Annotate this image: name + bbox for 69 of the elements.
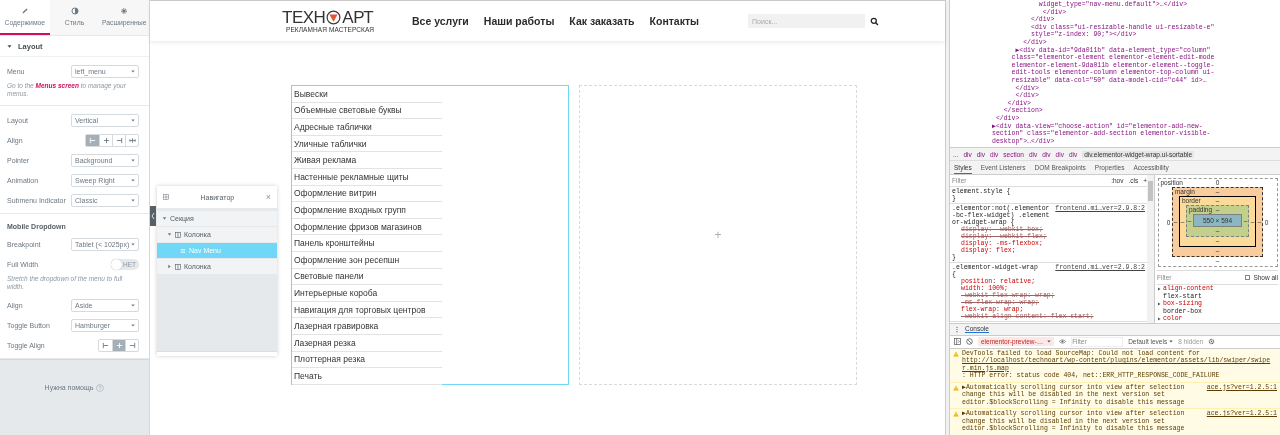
column-icon — [175, 263, 181, 270]
align-option-button[interactable] — [125, 134, 138, 146]
menu-item[interactable]: Оформление зон ресепшн — [292, 251, 442, 269]
collapse-handle[interactable] — [150, 206, 156, 226]
menu-item[interactable]: Настенные рекламные щиты — [292, 168, 442, 186]
menu-item[interactable]: Вывески — [292, 86, 442, 103]
menu-item[interactable]: Оформление фризов магазинов — [292, 218, 442, 236]
caret-icon — [131, 323, 135, 327]
menu-item[interactable]: Лазерная резка — [292, 334, 442, 352]
menu-item[interactable]: Лазерная гравировка — [292, 318, 442, 335]
menu-item[interactable]: Навигация для торговых центров — [292, 301, 442, 319]
caret-icon — [1047, 340, 1052, 343]
column-frame[interactable] — [291, 85, 569, 385]
nav-link[interactable]: Как заказать — [569, 15, 635, 27]
pencil-icon — [20, 7, 29, 15]
menu-item[interactable]: Плоттерная резка — [292, 351, 442, 369]
question-icon — [96, 383, 105, 392]
nav-link[interactable]: Наши работы — [483, 15, 555, 27]
expand-icon[interactable] — [1157, 286, 1161, 291]
column-icon — [175, 231, 181, 238]
align-center-icon — [102, 136, 110, 144]
search-icon — [869, 16, 879, 26]
caret-icon — [131, 178, 135, 182]
menu-item[interactable]: Печать — [292, 368, 442, 385]
align-option-button[interactable] — [125, 339, 138, 351]
align-right-icon — [128, 341, 136, 349]
menu-item[interactable]: Интерьерные короба — [292, 285, 442, 302]
sidebar-toggle-icon[interactable] — [954, 338, 961, 345]
menu-item[interactable]: Оформление витрин — [292, 185, 442, 203]
checkbox[interactable] — [1245, 275, 1251, 280]
nav-link[interactable]: Все услуги — [412, 15, 469, 27]
logo-text: АРТ — [342, 9, 374, 26]
menu-item[interactable]: Объемные световые буквы — [292, 102, 442, 120]
menu-icon — [180, 247, 186, 254]
align-option-button[interactable] — [99, 134, 112, 146]
caret-icon — [131, 69, 135, 73]
expand-icon[interactable] — [1157, 316, 1161, 321]
align-left-icon — [89, 136, 96, 144]
caret-icon — [131, 198, 135, 202]
grid-icon — [163, 194, 169, 200]
align-option-button[interactable] — [86, 134, 99, 146]
gear-icon[interactable] — [1208, 338, 1216, 345]
eye-icon[interactable] — [1059, 338, 1067, 345]
caret-icon — [131, 158, 135, 162]
align-center-icon — [115, 341, 123, 349]
align-option-button[interactable] — [112, 134, 125, 146]
align-left-icon — [102, 341, 109, 349]
caret-icon — [131, 242, 135, 246]
resize-grip[interactable] — [157, 351, 277, 356]
triangle-logo-icon — [326, 10, 342, 25]
contrast-icon — [70, 7, 79, 15]
menu-item[interactable]: Оформление входных групп — [292, 202, 442, 219]
caret-icon — [1169, 340, 1174, 343]
gear-icon — [120, 7, 129, 15]
caret-icon — [131, 118, 135, 122]
stretch-icon — [128, 136, 136, 144]
menu-item[interactable]: Живая реклама — [292, 152, 442, 169]
menu-item[interactable]: Световые панели — [292, 268, 442, 286]
block-icon[interactable] — [966, 338, 973, 345]
menu-item[interactable]: Панель кронштейны — [292, 235, 442, 252]
scrollbar[interactable] — [1147, 175, 1154, 323]
logo-text: ТЕХН — [282, 9, 326, 26]
menu-item[interactable]: Уличные таблички — [292, 135, 442, 153]
menu-item[interactable]: Адресные таблички — [292, 119, 442, 136]
expand-icon[interactable] — [1157, 301, 1161, 306]
caret-icon — [131, 303, 135, 307]
align-option-button[interactable] — [112, 339, 125, 351]
align-right-icon — [115, 136, 123, 144]
nav-link[interactable]: Контакты — [649, 15, 700, 27]
